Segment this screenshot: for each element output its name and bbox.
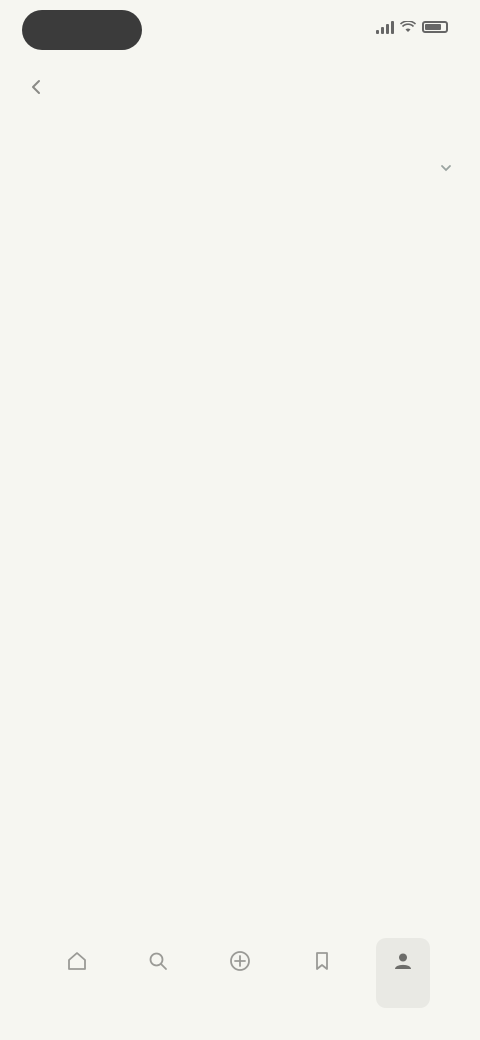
nav-item-add[interactable] bbox=[213, 938, 267, 1008]
status-bar bbox=[0, 0, 480, 60]
status-icons bbox=[376, 20, 448, 34]
home-icon bbox=[64, 948, 90, 974]
add-icon bbox=[227, 948, 253, 974]
back-button[interactable] bbox=[22, 72, 52, 102]
nav-item-bookmark[interactable] bbox=[295, 938, 349, 1008]
nav-item-search[interactable] bbox=[132, 938, 186, 1008]
bottom-nav bbox=[0, 938, 480, 1018]
back-arrow-icon bbox=[32, 80, 40, 94]
header bbox=[0, 62, 480, 112]
profile-icon bbox=[390, 948, 416, 974]
wifi-icon bbox=[400, 21, 416, 32]
section-info bbox=[24, 158, 456, 178]
nav-item-home[interactable] bbox=[50, 938, 104, 1008]
bookmark-icon bbox=[309, 948, 335, 974]
signal-icon bbox=[376, 20, 394, 34]
nav-item-profile[interactable] bbox=[376, 938, 430, 1008]
content bbox=[24, 158, 456, 208]
status-time bbox=[22, 10, 142, 50]
search-icon bbox=[145, 948, 171, 974]
battery-icon bbox=[422, 21, 448, 33]
section-header[interactable] bbox=[24, 158, 456, 178]
chevron-down-icon[interactable] bbox=[436, 158, 456, 178]
screen bbox=[0, 0, 480, 1040]
